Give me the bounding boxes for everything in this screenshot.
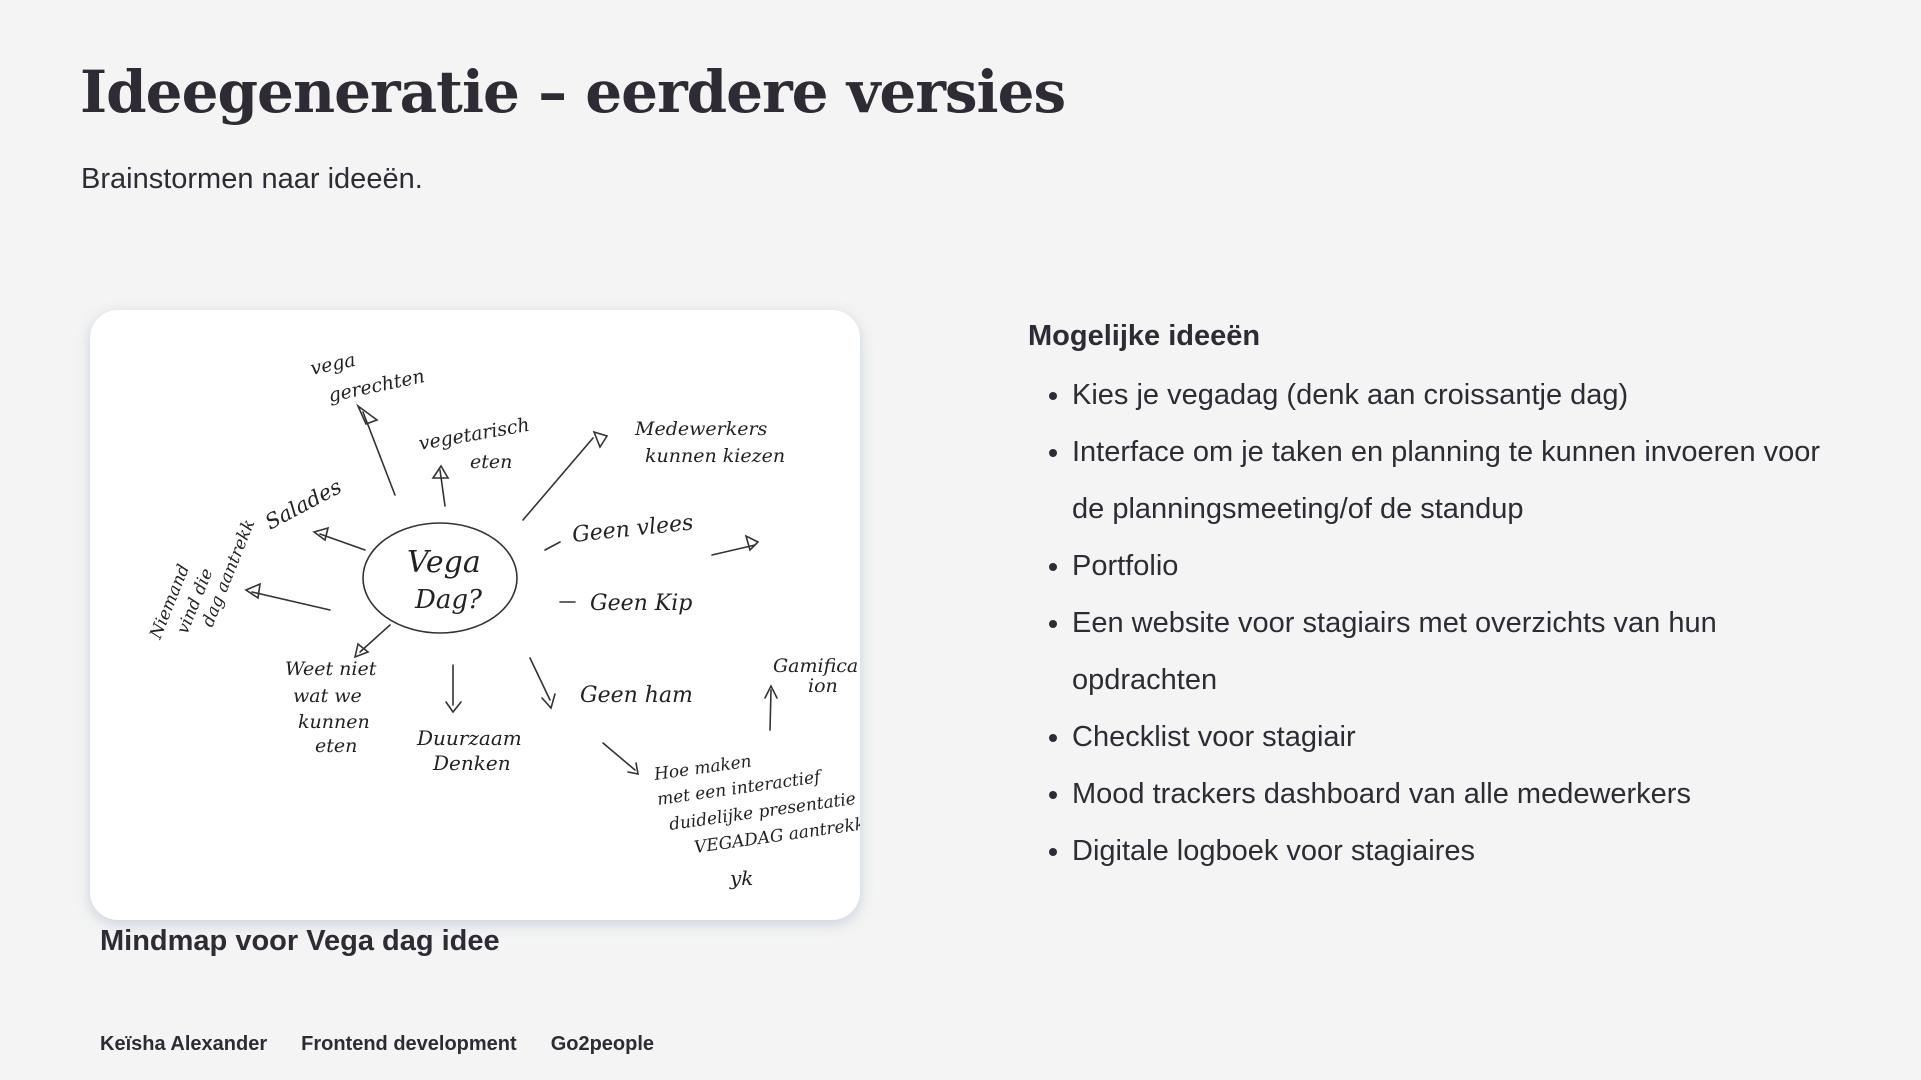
list-item: Kies je vegadag (denk aan croissantje da… (1072, 367, 1828, 424)
list-item: Checklist voor stagiair (1072, 709, 1828, 766)
sketch-geen-kip: Geen Kip (590, 591, 692, 616)
list-item: Een website voor stagiairs met overzicht… (1072, 595, 1828, 709)
sketch-geen-ham: Geen ham (580, 683, 693, 708)
sketch-geen-vlees: Geen vlees (571, 510, 695, 548)
line-gamification (769, 689, 772, 731)
line-hoe-maken (602, 742, 636, 771)
footer-author: Keïsha Alexander (100, 1033, 268, 1055)
slide-subtitle: Brainstormen naar ideeën. (81, 163, 423, 195)
sketch-weet-niet-3: kunnen (298, 711, 370, 733)
footer-course: Frontend development (301, 1033, 517, 1055)
line-niemand (251, 591, 331, 611)
mindmap-sketch: Vega Dag? vega gerechten vegetarisch ete… (146, 349, 860, 890)
sketch-center-line2: Dag? (414, 585, 483, 615)
line-salades (319, 533, 366, 551)
sketch-weet-niet-1: Weet niet (285, 658, 377, 680)
sketch-center-line1: Vega (407, 545, 481, 580)
line-geen-vlees (544, 541, 561, 551)
list-item: Digitale logboek voor stagiaires (1072, 823, 1828, 880)
line-vegetarisch (439, 469, 446, 507)
sketch-weet-niet-2: wat we (293, 685, 362, 707)
sketch-vega-gerechten-1: vega (308, 349, 357, 380)
sketch-signature: yk (729, 866, 753, 890)
image-caption: Mindmap voor Vega dag idee (100, 925, 500, 957)
sketch-duurzaam-1: Duurzaam (416, 726, 522, 750)
sketch-medewerkers-1: Medewerkers (634, 418, 768, 440)
ideas-list: Kies je vegadag (denk aan croissantje da… (1028, 367, 1828, 880)
sketch-gamification-1: Gamifica (773, 655, 858, 677)
list-item: Portfolio (1072, 538, 1828, 595)
line-weet-niet (359, 624, 391, 653)
mindmap-image: Vega Dag? vega gerechten vegetarisch ete… (90, 310, 860, 920)
slide-title: Ideegeneratie – eerdere versies (80, 58, 1066, 126)
sketch-salades: Salades (261, 474, 346, 534)
sketch-vegetarisch-1: vegetarisch (417, 414, 531, 455)
footer: Keïsha Alexander Frontend development Go… (100, 1033, 654, 1056)
sketch-weet-niet-4: eten (315, 735, 357, 757)
sketch-vegetarisch-2: eten (470, 451, 512, 473)
ideas-panel: Mogelijke ideeën Kies je vegadag (denk a… (1028, 320, 1828, 880)
sketch-medewerkers-2: kunnen kiezen (645, 445, 785, 467)
arrow-niemand (244, 582, 261, 600)
arrow-geen-vlees (744, 534, 760, 552)
line-vega-gerechten (362, 411, 396, 496)
line-medewerkers (522, 437, 594, 521)
list-item: Mood trackers dashboard van alle medewer… (1072, 766, 1828, 823)
line-geen-ham (529, 657, 551, 701)
sketch-gamification-2: ion (808, 675, 838, 697)
list-item: Interface om je taken en planning te kun… (1072, 424, 1828, 538)
arrow-medewerkers (592, 430, 609, 449)
sketch-duurzaam-2: Denken (432, 751, 511, 775)
ideas-heading: Mogelijke ideeën (1028, 320, 1261, 352)
arrow-vega-gerechten (356, 403, 379, 426)
footer-company: Go2people (550, 1033, 655, 1055)
